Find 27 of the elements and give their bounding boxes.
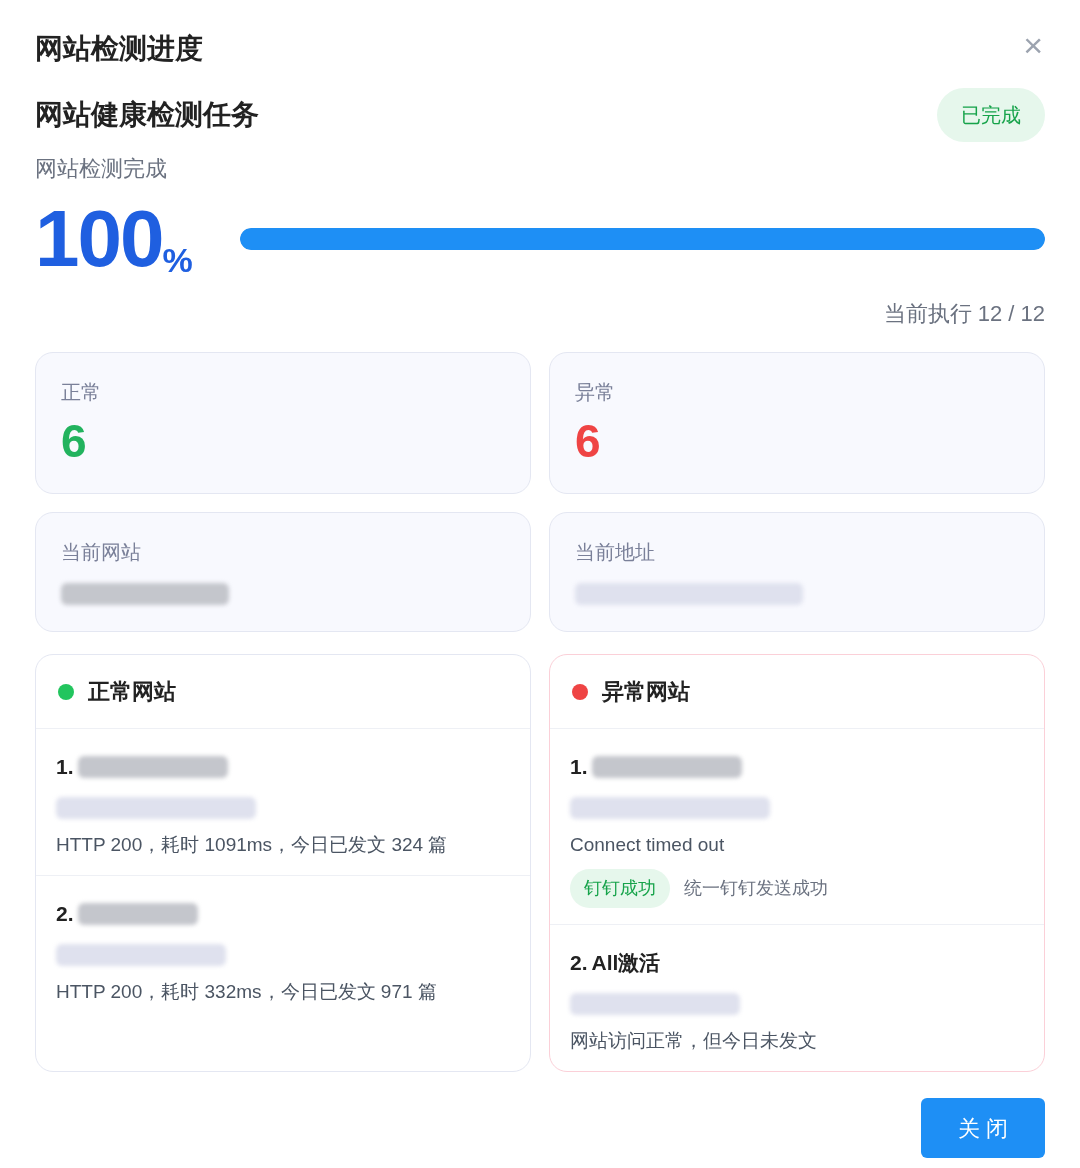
list-title: 正常网站 [88, 678, 176, 706]
stat-label: 异常 [575, 380, 616, 405]
stat-label: 正常 [61, 380, 102, 405]
list-title: 异常网站 [602, 678, 690, 706]
item-detail: HTTP 200，耗时 1091ms，今日已发文 324 篇 [56, 832, 449, 857]
progress-percent: 100 [35, 199, 163, 279]
stat-value: 6 [575, 414, 602, 469]
notify-note: 统一钉钉发送成功 [684, 877, 828, 900]
item-index: 1. [56, 754, 74, 780]
close-button[interactable]: 关 闭 [921, 1098, 1045, 1158]
progress-caption: 网站检测完成 [35, 155, 168, 183]
progress-counter: 当前执行 12 / 12 [883, 300, 1045, 328]
info-label: 当前网站 [61, 540, 142, 565]
item-detail: 网站访问正常，但今日未发文 [570, 1028, 818, 1053]
item-index: 2. [570, 950, 588, 976]
item-detail: HTTP 200，耗时 332ms，今日已发文 971 篇 [56, 979, 438, 1004]
task-title: 网站健康检测任务 [35, 98, 259, 132]
stat-value: 6 [61, 414, 88, 469]
item-index: 1. [570, 754, 588, 780]
item-detail: Connect timed out [570, 832, 726, 857]
dialog-title: 网站检测进度 [35, 32, 203, 66]
status-badge: 已完成 [937, 88, 1045, 142]
item-name: All激活 [591, 950, 661, 976]
notify-tag: 钉钉成功 [570, 869, 670, 908]
percent-unit: % [162, 243, 193, 277]
item-index: 2. [56, 901, 74, 927]
info-label: 当前地址 [575, 540, 656, 565]
